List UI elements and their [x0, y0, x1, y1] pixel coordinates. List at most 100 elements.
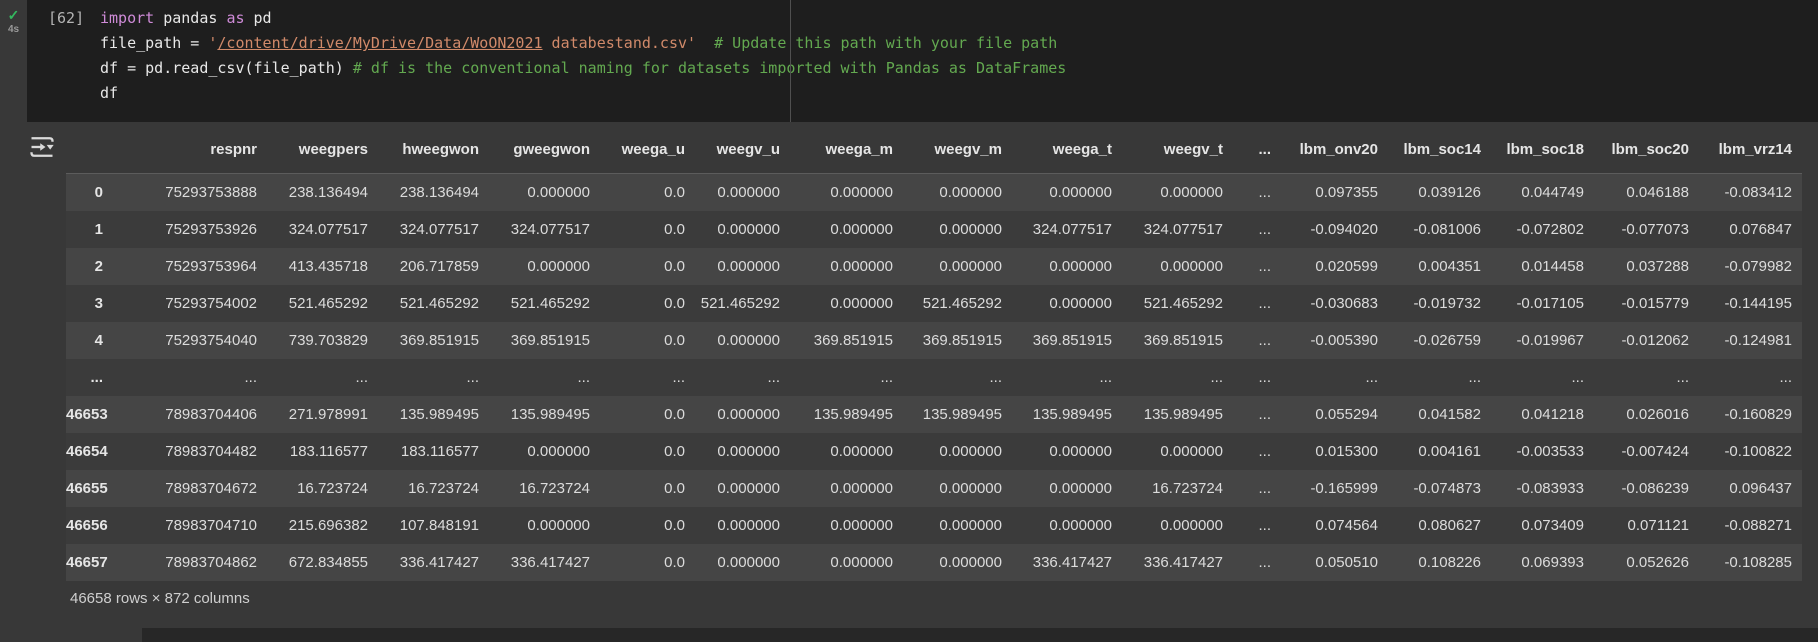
table-cell: 0.041582	[1388, 396, 1491, 433]
table-cell: ...	[1233, 433, 1281, 470]
table-cell: 75293753926	[113, 211, 267, 248]
table-cell: -0.019967	[1491, 322, 1594, 359]
column-header: lbm_soc14	[1388, 122, 1491, 174]
table-cell: 336.417427	[1122, 544, 1233, 581]
column-header: lbm_soc18	[1491, 122, 1594, 174]
table-cell: 0.000000	[695, 433, 790, 470]
table-cell: 0.069393	[1491, 544, 1594, 581]
table-row: 4665478983704482183.116577183.1165770.00…	[66, 433, 1802, 470]
table-cell: 324.077517	[267, 211, 378, 248]
table-cell: 0.0	[600, 248, 695, 285]
table-cell: 521.465292	[378, 285, 489, 322]
dataframe-output: respnrweegpershweegwongweegwonweega_uwee…	[66, 122, 1802, 615]
table-row: 466557898370467216.72372416.72372416.723…	[66, 470, 1802, 507]
table-cell: 0.026016	[1594, 396, 1699, 433]
column-header: weegv_m	[903, 122, 1012, 174]
table-cell: 75293753888	[113, 174, 267, 211]
table-cell: -0.007424	[1594, 433, 1699, 470]
table-row: 175293753926324.077517324.077517324.0775…	[66, 211, 1802, 248]
convert-to-interactive-table-button[interactable]	[28, 133, 56, 161]
code-editor[interactable]: import pandas as pdfile_path = '/content…	[100, 6, 1066, 106]
table-cell: 369.851915	[790, 322, 903, 359]
table-row: 4665378983704406271.978991135.989495135.…	[66, 396, 1802, 433]
table-cell: ...	[1233, 470, 1281, 507]
table-cell: 0.000000	[903, 248, 1012, 285]
table-cell: ...	[600, 359, 695, 396]
table-cell: ...	[1281, 359, 1388, 396]
table-cell: -0.005390	[1281, 322, 1388, 359]
table-cell: ...	[1388, 359, 1491, 396]
code-line[interactable]: df	[100, 81, 1066, 106]
table-cell: 0.004351	[1388, 248, 1491, 285]
table-cell: -0.015779	[1594, 285, 1699, 322]
table-cell: ...	[1233, 507, 1281, 544]
table-cell: -0.160829	[1699, 396, 1802, 433]
table-cell: 78983704862	[113, 544, 267, 581]
table-cell: ...	[113, 359, 267, 396]
table-cell: 324.077517	[1012, 211, 1122, 248]
column-header: lbm_onv20	[1281, 122, 1388, 174]
column-header: lbm_soc20	[1594, 122, 1699, 174]
table-cell: 238.136494	[378, 174, 489, 211]
table-cell: 135.989495	[378, 396, 489, 433]
table-cell: ...	[1233, 285, 1281, 322]
table-cell: -0.124981	[1699, 322, 1802, 359]
table-cell: 0.000000	[903, 507, 1012, 544]
table-row: 4665778983704862672.834855336.417427336.…	[66, 544, 1802, 581]
table-cell: ...	[378, 359, 489, 396]
table-cell: 0.014458	[1491, 248, 1594, 285]
table-cell: 324.077517	[1122, 211, 1233, 248]
table-cell: -0.165999	[1281, 470, 1388, 507]
table-cell: 0.071121	[1594, 507, 1699, 544]
table-cell: 0.076847	[1699, 211, 1802, 248]
column-header: ...	[1233, 122, 1281, 174]
table-cell: 672.834855	[267, 544, 378, 581]
table-cell: ...	[1594, 359, 1699, 396]
output-gutter	[0, 122, 66, 615]
table-cell: 0.000000	[790, 507, 903, 544]
code-line[interactable]: import pandas as pd	[100, 6, 1066, 31]
table-cell: 0.000000	[695, 248, 790, 285]
table-cell: 0.0	[600, 174, 695, 211]
row-index: 46653	[66, 396, 113, 433]
table-cell: -0.017105	[1491, 285, 1594, 322]
code-line[interactable]: df = pd.read_csv(file_path) # df is the …	[100, 56, 1066, 81]
table-cell: 0.055294	[1281, 396, 1388, 433]
table-cell: 0.050510	[1281, 544, 1388, 581]
table-cell: 521.465292	[903, 285, 1012, 322]
table-cell: 0.0	[600, 507, 695, 544]
table-cell: ...	[1233, 359, 1281, 396]
row-index: 46656	[66, 507, 113, 544]
cell-gutter: ✓ 4s	[0, 0, 27, 122]
table-cell: ...	[489, 359, 600, 396]
table-cell: 521.465292	[1122, 285, 1233, 322]
execution-count[interactable]: [62]	[27, 6, 100, 106]
code-line[interactable]: file_path = '/content/drive/MyDrive/Data…	[100, 31, 1066, 56]
table-cell: -0.077073	[1594, 211, 1699, 248]
cell-run-time: 4s	[8, 24, 19, 35]
table-cell: 0.096437	[1699, 470, 1802, 507]
table-cell: 0.039126	[1388, 174, 1491, 211]
table-cell: 135.989495	[903, 396, 1012, 433]
table-cell: 0.000000	[1012, 470, 1122, 507]
table-cell: -0.108285	[1699, 544, 1802, 581]
table-cell: ...	[1699, 359, 1802, 396]
table-cell: 78983704710	[113, 507, 267, 544]
table-cell: 0.0	[600, 470, 695, 507]
table-cell: -0.094020	[1281, 211, 1388, 248]
row-index: 2	[66, 248, 113, 285]
table-cell: 0.000000	[1122, 507, 1233, 544]
table-cell: -0.100822	[1699, 433, 1802, 470]
table-cell: 0.000000	[790, 248, 903, 285]
table-row: 375293754002521.465292521.465292521.4652…	[66, 285, 1802, 322]
header-row: respnrweegpershweegwongweegwonweega_uwee…	[66, 122, 1802, 174]
table-cell: 0.000000	[903, 211, 1012, 248]
table-cell: 0.020599	[1281, 248, 1388, 285]
table-cell: -0.083933	[1491, 470, 1594, 507]
table-cell: -0.086239	[1594, 470, 1699, 507]
column-header: lbm_vrz14	[1699, 122, 1802, 174]
table-cell: 0.000000	[903, 433, 1012, 470]
table-cell: 0.073409	[1491, 507, 1594, 544]
table-cell: 183.116577	[267, 433, 378, 470]
code-cell[interactable]: [62] import pandas as pdfile_path = '/co…	[27, 0, 1818, 122]
